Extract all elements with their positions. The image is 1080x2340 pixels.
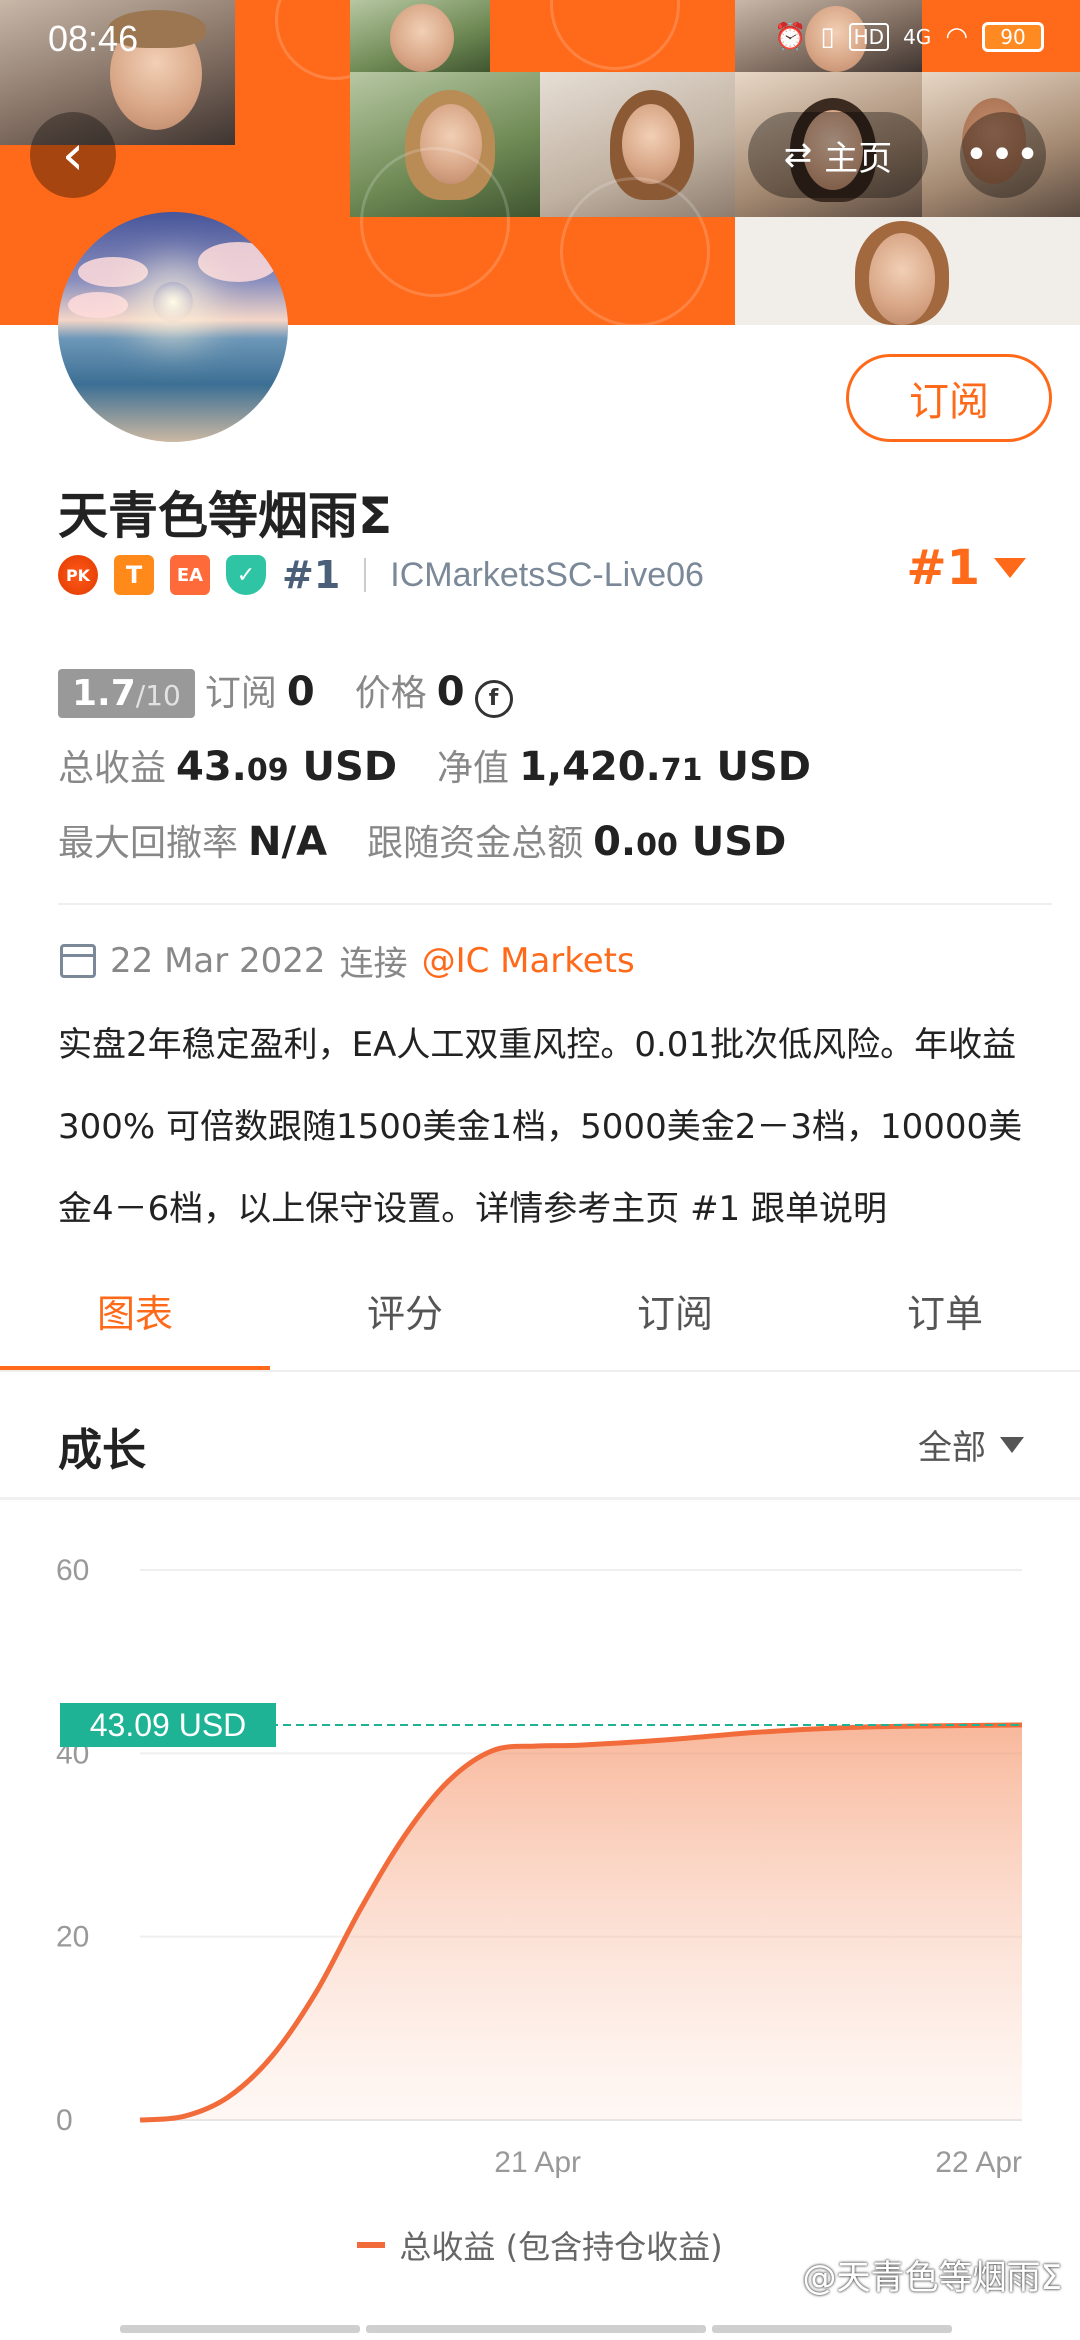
pk-badge-icon[interactable]: PK bbox=[58, 555, 98, 595]
trader-badge-icon[interactable]: T bbox=[114, 555, 154, 595]
y-tick-label: 20 bbox=[56, 1921, 89, 1954]
tab-rating[interactable]: 评分 bbox=[270, 1248, 540, 1372]
tab-orders[interactable]: 订单 bbox=[810, 1248, 1080, 1372]
current-value-label: 43.09 USD bbox=[90, 1707, 247, 1743]
chevron-left-icon: ‹ bbox=[61, 122, 85, 188]
more-icon: ••• bbox=[964, 132, 1042, 178]
profit-line: 总收益 43.09 USD 净值 1,420.71 USD bbox=[58, 739, 1038, 814]
subscribe-count-label: 订阅 bbox=[204, 673, 277, 714]
vibrate-icon: ▯ bbox=[820, 22, 835, 52]
currency-coin-icon: f bbox=[474, 679, 513, 718]
rating-line: 1.7/10 订阅 0 价格 0 f bbox=[58, 664, 1038, 739]
wifi-icon: ◠ bbox=[945, 22, 968, 52]
rating-badge: 1.7/10 bbox=[58, 669, 195, 718]
connect-meta: 22 Mar 2022 连接 @IC Markets bbox=[60, 936, 635, 985]
divider bbox=[0, 1370, 1080, 1372]
banner-photo bbox=[735, 217, 1080, 325]
status-icons: ⏰ ▯ HD 4G ◠ 90 bbox=[774, 22, 1044, 52]
total-profit-value: 43.09 USD bbox=[176, 744, 398, 790]
ea-badge-icon[interactable]: EA bbox=[170, 555, 210, 595]
stats-panel: 1.7/10 订阅 0 价格 0 f 总收益 43.09 USD 净值 1,42… bbox=[58, 664, 1038, 889]
divider bbox=[364, 558, 367, 592]
watermark: @天青色等烟雨Σ bbox=[802, 2258, 1062, 2298]
server-name: ICMarketsSC-Live06 bbox=[390, 555, 704, 594]
connect-label: 连接 bbox=[339, 944, 408, 984]
avatar[interactable] bbox=[58, 212, 288, 442]
calendar-icon bbox=[60, 943, 96, 978]
rank-dropdown-label: #1 bbox=[906, 540, 980, 596]
drawdown-line: 最大回撤率 N/A 跟随资金总额 0.00 USD bbox=[58, 814, 1038, 889]
swap-icon: ⇄ bbox=[783, 135, 813, 175]
x-tick-label: 21 Apr bbox=[494, 2146, 581, 2179]
battery-icon: 90 bbox=[982, 22, 1044, 52]
tab-chart[interactable]: 图表 bbox=[0, 1248, 270, 1372]
subscribe-button[interactable]: 订阅 bbox=[846, 354, 1052, 442]
verified-shield-icon[interactable]: ✓ bbox=[226, 555, 266, 595]
badge-row: PK T EA ✓ #1 ICMarketsSC-Live06 bbox=[58, 548, 704, 602]
tab-bar: 图表 评分 订阅 订单 bbox=[0, 1248, 1080, 1372]
status-time: 08:46 bbox=[48, 18, 139, 59]
caret-down-icon bbox=[1000, 1436, 1024, 1453]
signal-icon: 4G bbox=[903, 25, 932, 49]
rating-max: /10 bbox=[135, 679, 181, 712]
subscribe-count: 0 bbox=[286, 669, 315, 715]
y-tick-label: 60 bbox=[56, 1554, 89, 1587]
hd-icon: HD bbox=[848, 23, 890, 51]
caret-down-icon bbox=[994, 558, 1026, 578]
range-filter-label: 全部 bbox=[918, 1428, 986, 1468]
price-value: 0 bbox=[436, 669, 465, 715]
equity-label: 净值 bbox=[437, 748, 510, 789]
growth-section-header: 成长 全部 bbox=[0, 1380, 1080, 1500]
total-profit-label: 总收益 bbox=[58, 748, 167, 789]
home-label: 主页 bbox=[824, 138, 893, 179]
home-button[interactable]: ⇄ 主页 bbox=[748, 112, 928, 198]
growth-chart-svg: 020406021 Apr 22 Apr 43.09 USD bbox=[56, 1554, 1023, 2179]
connect-date: 22 Mar 2022 bbox=[110, 940, 326, 981]
rank-dropdown[interactable]: #1 bbox=[906, 540, 1026, 596]
back-button[interactable]: ‹ bbox=[30, 112, 116, 198]
tab-subscribe[interactable]: 订阅 bbox=[540, 1248, 810, 1372]
range-filter-dropdown[interactable]: 全部 bbox=[918, 1420, 1024, 1469]
alarm-icon: ⏰ bbox=[773, 22, 807, 52]
growth-chart[interactable]: 0 20 40 60 21 Apr 22 Apr 43.09 USD bbox=[0, 1500, 1080, 2300]
drawdown-value: N/A bbox=[248, 819, 328, 865]
profile-name: 天青色等烟雨Σ bbox=[58, 487, 393, 545]
y-tick-label: 0 bbox=[56, 2104, 73, 2137]
broker-link[interactable]: @IC Markets bbox=[422, 941, 635, 981]
section-title: 成长 bbox=[58, 1425, 146, 1476]
divider bbox=[58, 903, 1052, 905]
price-label: 价格 bbox=[354, 673, 427, 714]
strategy-description: 实盘2年稳定盈利，EA人工双重风控。0.01批次低风险。年收益300% 可倍数跟… bbox=[58, 1025, 1023, 1229]
rank-label: #1 bbox=[282, 553, 341, 597]
legend-swatch bbox=[357, 2242, 386, 2248]
drawdown-label: 最大回撤率 bbox=[58, 823, 239, 864]
status-bar: 08:46 ⏰ ▯ HD 4G ◠ 90 bbox=[0, 0, 1080, 90]
series-area bbox=[140, 1725, 1022, 2120]
equity-value: 1,420.71 USD bbox=[519, 744, 811, 790]
rating-value: 1.7 bbox=[72, 673, 136, 714]
follow-funds-label: 跟随资金总额 bbox=[367, 823, 584, 864]
follow-funds-value: 0.00 USD bbox=[593, 819, 787, 865]
x-tick-label: 22 Apr bbox=[935, 2146, 1022, 2179]
more-button[interactable]: ••• bbox=[960, 112, 1046, 198]
bottom-scroll-indicator bbox=[120, 2325, 960, 2335]
legend-label: 总收益 (包含持仓收益) bbox=[399, 2228, 723, 2266]
